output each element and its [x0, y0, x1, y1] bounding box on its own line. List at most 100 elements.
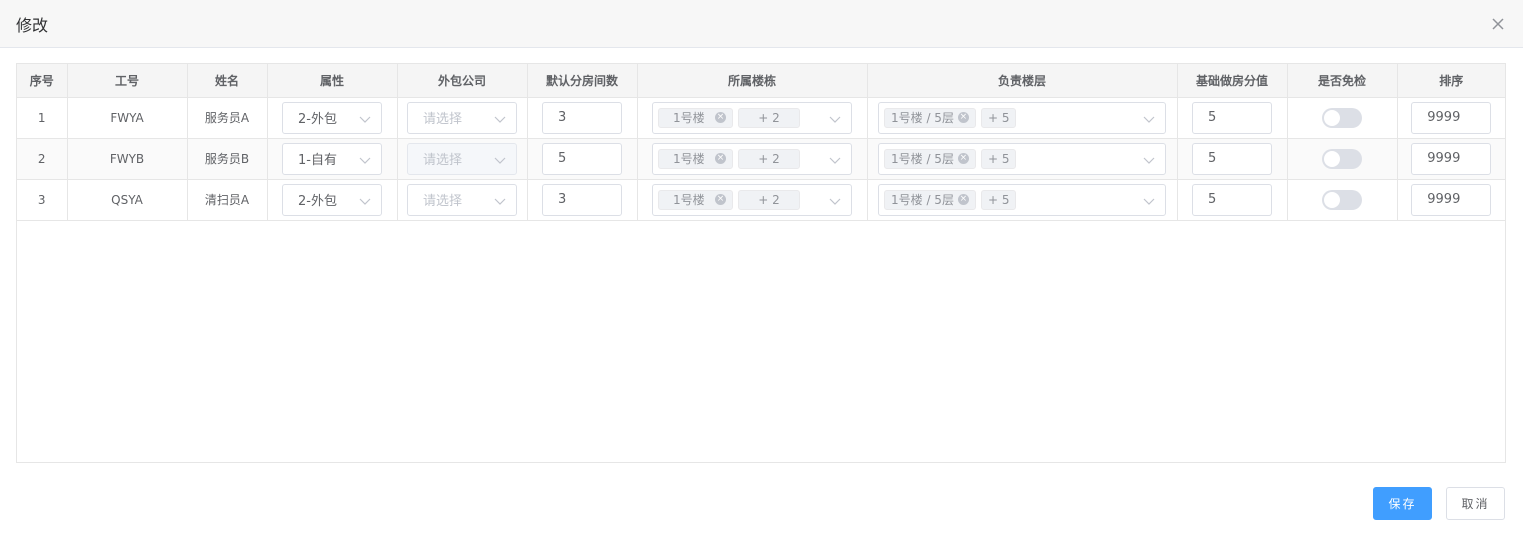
header-score: 基础做房分值: [1177, 64, 1288, 98]
cell-rooms: 5: [527, 138, 638, 180]
cell-floor: 1号楼 / 5层 × + 5: [867, 138, 1178, 180]
score-input[interactable]: 5: [1192, 101, 1272, 134]
tag-close-icon[interactable]: ×: [957, 153, 969, 164]
chevron-down-icon: [494, 195, 506, 207]
cancel-button[interactable]: 取消: [1446, 487, 1505, 520]
name-text: 清扫员A: [204, 193, 250, 207]
chevron-down-icon: [359, 195, 371, 207]
cell-rooms: 3: [527, 179, 638, 221]
sort-input[interactable]: 9999: [1411, 142, 1492, 175]
cell-floor: 1号楼 / 5层 × + 5: [867, 179, 1178, 221]
dialog-header: 修改: [0, 0, 1523, 48]
cell-sort: 9999: [1397, 97, 1505, 139]
sort-input[interactable]: 9999: [1411, 101, 1492, 134]
code-text: QSYA: [111, 192, 143, 207]
header-exempt: 是否免检: [1287, 64, 1398, 98]
save-button[interactable]: 保存: [1373, 487, 1432, 520]
floor-multiselect[interactable]: 1号楼 / 5层 × + 5: [878, 142, 1166, 175]
score-input[interactable]: 5: [1192, 183, 1272, 216]
company-select[interactable]: 请选择: [407, 101, 517, 134]
building-multiselect[interactable]: 1号楼 × + 2: [652, 142, 852, 175]
name-text: 服务员A: [204, 111, 250, 125]
cell-company: 请选择: [397, 179, 528, 221]
index-text: 1: [37, 110, 46, 125]
cell-building: 1号楼 × + 2: [637, 97, 868, 139]
cell-building: 1号楼 × + 2: [637, 179, 868, 221]
floor-tag-label: 1号楼 / 5层: [891, 152, 954, 166]
score-input[interactable]: 5: [1192, 142, 1272, 175]
exempt-toggle[interactable]: [1322, 107, 1362, 128]
chevron-down-icon: [829, 113, 841, 125]
cell-index: 2: [17, 138, 68, 180]
rooms-input[interactable]: 3: [542, 183, 622, 216]
cell-code: QSYA: [67, 179, 188, 221]
cell-company: 请选择: [397, 97, 528, 139]
floor-tag-label: 1号楼 / 5层: [891, 111, 954, 125]
index-text: 2: [37, 151, 46, 166]
name-text: 服务员B: [204, 152, 250, 166]
cell-attribute: 1-自有: [267, 138, 398, 180]
tag-close-icon[interactable]: ×: [957, 112, 969, 123]
cell-code: FWYB: [67, 138, 188, 180]
chevron-down-icon: [359, 113, 371, 125]
header-index: 序号: [17, 64, 68, 98]
rooms-input[interactable]: 3: [542, 101, 622, 134]
sort-input[interactable]: 9999: [1411, 183, 1492, 216]
building-tag-label: 1号楼: [673, 193, 705, 207]
attribute-value: 2-外包: [298, 112, 337, 127]
exempt-toggle[interactable]: [1322, 148, 1362, 169]
attribute-select[interactable]: 2-外包: [282, 183, 382, 216]
close-icon[interactable]: [1491, 17, 1505, 31]
cell-exempt: [1287, 138, 1398, 180]
chevron-down-icon: [359, 154, 371, 166]
cell-floor: 1号楼 / 5层 × + 5: [867, 97, 1178, 139]
chevron-down-icon: [494, 154, 506, 166]
header-building: 所属楼栋: [637, 64, 868, 98]
building-more-tag: + 2: [738, 189, 800, 210]
cell-building: 1号楼 × + 2: [637, 138, 868, 180]
building-tag: 1号楼 ×: [658, 107, 733, 128]
floor-tag: 1号楼 / 5层 ×: [884, 107, 976, 128]
chevron-down-icon: [1143, 154, 1155, 166]
tag-close-icon[interactable]: ×: [715, 153, 726, 164]
chevron-down-icon: [494, 113, 506, 125]
building-tag: 1号楼 ×: [658, 189, 733, 210]
floor-multiselect[interactable]: 1号楼 / 5层 × + 5: [878, 101, 1166, 134]
attribute-select[interactable]: 1-自有: [282, 142, 382, 175]
table-row: 3 QSYA 清扫员A 2-外包 请选择 3 1号楼 × + 2 1号楼 / 5…: [17, 179, 1505, 221]
floor-multiselect[interactable]: 1号楼 / 5层 × + 5: [878, 183, 1166, 216]
header-floor: 负责楼层: [867, 64, 1178, 98]
tag-close-icon[interactable]: ×: [957, 194, 969, 205]
cell-name: 清扫员A: [187, 179, 268, 221]
attribute-value: 2-外包: [298, 194, 337, 209]
cell-exempt: [1287, 97, 1398, 139]
code-text: FWYA: [110, 110, 144, 125]
cell-company: 请选择: [397, 138, 528, 180]
floor-tag-label: 1号楼 / 5层: [891, 193, 954, 207]
header-rooms: 默认分房间数: [527, 64, 638, 98]
tag-close-icon[interactable]: ×: [715, 194, 726, 205]
floor-more-tag: + 5: [980, 148, 1017, 169]
chevron-down-icon: [1143, 113, 1155, 125]
company-placeholder: 请选择: [423, 194, 463, 209]
cell-name: 服务员A: [187, 97, 268, 139]
rooms-input[interactable]: 5: [542, 142, 622, 175]
tag-close-icon[interactable]: ×: [715, 112, 726, 123]
dialog-title: 修改: [16, 16, 49, 35]
exempt-toggle[interactable]: [1322, 189, 1362, 210]
chevron-down-icon: [1143, 195, 1155, 207]
table-row: 1 FWYA 服务员A 2-外包 请选择 3 1号楼 × + 2 1号楼 / 5…: [17, 97, 1505, 139]
cell-score: 5: [1177, 97, 1288, 139]
data-table: 序号 工号 姓名 属性 外包公司 默认分房间数 所属楼栋 负责楼层 基础做房分值…: [16, 63, 1506, 463]
cell-attribute: 2-外包: [267, 179, 398, 221]
attribute-select[interactable]: 2-外包: [282, 101, 382, 134]
building-multiselect[interactable]: 1号楼 × + 2: [652, 183, 852, 216]
building-more-tag: + 2: [738, 148, 800, 169]
company-select[interactable]: 请选择: [407, 183, 517, 216]
company-select[interactable]: 请选择: [407, 142, 517, 175]
cell-score: 5: [1177, 179, 1288, 221]
building-multiselect[interactable]: 1号楼 × + 2: [652, 101, 852, 134]
cell-code: FWYA: [67, 97, 188, 139]
cell-exempt: [1287, 179, 1398, 221]
attribute-value: 1-自有: [298, 153, 337, 168]
